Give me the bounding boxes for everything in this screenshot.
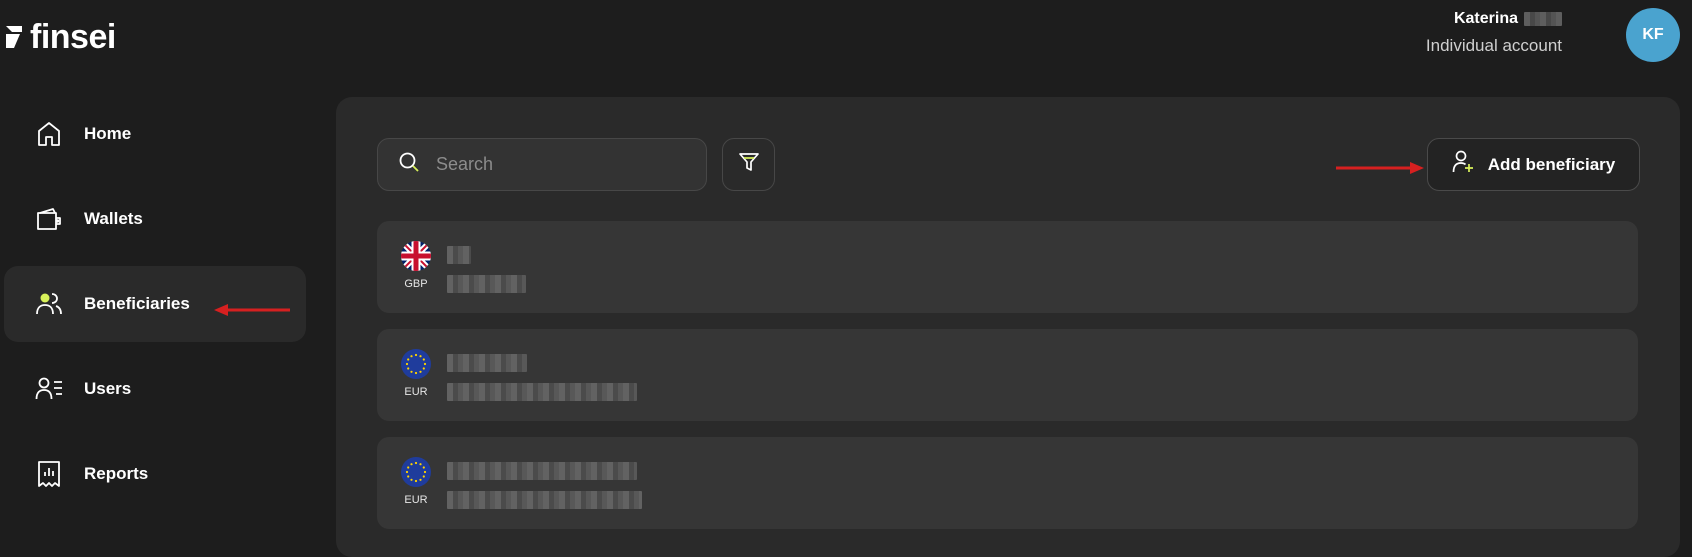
- user-info: Katerina Individual account: [1426, 10, 1562, 56]
- redacted-name: [447, 354, 527, 372]
- users-icon: [34, 374, 64, 404]
- search-input[interactable]: [434, 153, 678, 176]
- redacted-name: [447, 462, 637, 480]
- sidebar-item-label: Wallets: [84, 209, 143, 228]
- sidebar-item-wallets[interactable]: Wallets: [4, 181, 306, 257]
- currency-code: EUR: [404, 386, 428, 398]
- redacted-account: [447, 383, 637, 401]
- uk-flag-icon: [401, 241, 431, 271]
- account-type: Individual account: [1425, 36, 1562, 55]
- beneficiary-row[interactable]: EUR: [377, 437, 1638, 529]
- filter-icon: [738, 151, 760, 178]
- sidebar-item-home[interactable]: Home: [4, 96, 306, 172]
- sidebar-item-reports[interactable]: Reports: [4, 436, 306, 512]
- sidebar-item-users[interactable]: Users: [4, 351, 306, 427]
- redacted-name: [447, 246, 471, 264]
- finsei-logo-icon: [6, 26, 22, 48]
- sidebar-item-label: Users: [84, 379, 132, 398]
- beneficiaries-icon: [34, 289, 64, 319]
- user-first-name: Katerina: [1453, 10, 1518, 27]
- redacted-surname: [1524, 12, 1562, 26]
- beneficiary-list: GBP EUR EUR: [377, 221, 1638, 545]
- currency-code: EUR: [404, 494, 428, 506]
- annotation-arrow-right: [1336, 162, 1424, 174]
- annotation-arrow-left: [214, 304, 290, 316]
- add-user-icon: [1452, 150, 1474, 179]
- beneficiary-row[interactable]: EUR: [377, 329, 1638, 421]
- search-box[interactable]: [377, 138, 707, 191]
- add-beneficiary-label: Add beneficiary: [1487, 154, 1616, 174]
- add-beneficiary-button[interactable]: Add beneficiary: [1427, 138, 1640, 191]
- sidebar-item-label: Reports: [84, 464, 149, 483]
- brand-name: finsei: [30, 18, 116, 56]
- wallet-icon: [34, 204, 64, 234]
- filter-button[interactable]: [722, 138, 775, 191]
- home-icon: [34, 119, 64, 149]
- user-name: Katerina: [1426, 10, 1562, 28]
- reports-icon: [34, 459, 64, 489]
- brand-logo[interactable]: finsei: [4, 20, 116, 54]
- main-panel: Add beneficiary GBP: [336, 97, 1680, 557]
- eu-flag-icon: [401, 349, 431, 379]
- avatar[interactable]: KF: [1626, 8, 1680, 62]
- redacted-account: [447, 275, 526, 293]
- currency-code: GBP: [404, 278, 428, 290]
- sidebar-item-label: Home: [84, 124, 132, 143]
- redacted-account: [447, 491, 642, 509]
- eu-flag-icon: [401, 457, 431, 487]
- beneficiary-row[interactable]: GBP: [377, 221, 1638, 313]
- search-icon: [398, 151, 420, 178]
- sidebar-item-label: Beneficiaries: [84, 294, 190, 313]
